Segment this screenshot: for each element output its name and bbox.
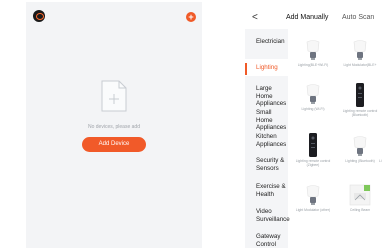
bulb-icon [353, 136, 367, 156]
add-plus-button[interactable]: + [186, 12, 196, 22]
product-item[interactable]: Lighting(BLE+Wi-Fi) [291, 39, 335, 67]
bulb-icon [306, 185, 320, 205]
app-logo-icon[interactable] [33, 10, 45, 22]
category-active-indicator [245, 63, 247, 75]
category-video-surveillance[interactable]: Video Surveillance [256, 208, 290, 223]
category-electrician[interactable]: Electrician [256, 38, 285, 46]
product-item[interactable]: Lighting (Bluetooth) [338, 135, 382, 163]
category-kitchen-appliances[interactable]: Kitchen Appliances [256, 133, 288, 148]
empty-state-message: No devices, please add [88, 124, 140, 130]
remote-icon [309, 133, 317, 157]
category-exercise-health[interactable]: Exercise & Health [256, 183, 288, 198]
category-large-home-appliances[interactable]: Large Home Appliances [256, 85, 288, 108]
category-lighting[interactable]: Lighting [245, 59, 288, 76]
back-arrow-icon[interactable]: < [252, 12, 258, 23]
bulb-icon [306, 84, 320, 104]
category-small-home-appliances[interactable]: Small Home Appliances [256, 109, 288, 132]
bulb-icon [306, 40, 320, 60]
ceiling-light-icon [349, 184, 371, 206]
remote-icon [356, 83, 364, 107]
category-security-sensors[interactable]: Security & Sensors [256, 157, 288, 172]
tab-add-manually[interactable]: Add Manually [286, 14, 328, 21]
product-item[interactable]: Lighting remote control (Zigbee) [291, 133, 335, 167]
add-device-screen: < Add Manually Auto Scan Electrician Lig… [245, 2, 387, 248]
empty-document-icon [101, 80, 127, 112]
product-item[interactable]: Lighting (Wi-Fi) [291, 83, 335, 111]
tab-auto-scan[interactable]: Auto Scan [342, 14, 374, 21]
category-gateway-control[interactable]: Gateway Control [256, 233, 288, 248]
product-item[interactable]: Ceiling Beam [338, 184, 382, 212]
product-item[interactable]: Lighting remote control (Bluetooth) [338, 83, 382, 117]
product-item-partial[interactable]: Li [379, 157, 387, 163]
bulb-icon [353, 40, 367, 60]
category-sidebar: Electrician Lighting Large Home Applianc… [245, 29, 290, 248]
product-item[interactable]: Light Modulator(BLE+ [338, 39, 382, 67]
product-grid: Lighting(BLE+Wi-Fi) Light Modulator(BLE+… [288, 29, 387, 248]
home-screen: + No devices, please add Add Device [26, 2, 202, 248]
add-device-button[interactable]: Add Device [82, 137, 146, 152]
product-item[interactable]: Light Modulator (other) [291, 184, 335, 212]
